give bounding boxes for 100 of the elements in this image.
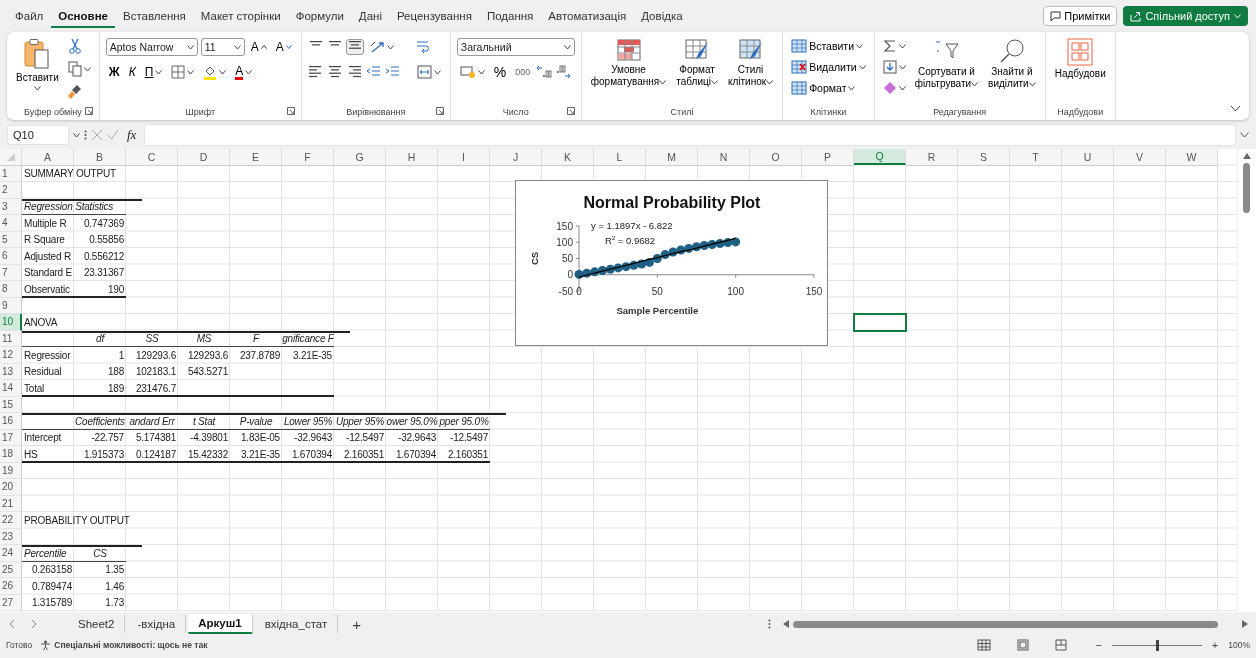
dialog-launcher-icon[interactable] (84, 107, 93, 115)
ribbon-tab[interactable]: Подання (479, 4, 541, 28)
checkmark-icon[interactable] (107, 129, 119, 141)
decrease-decimal-icon[interactable] (555, 65, 572, 79)
scrollbar-thumb[interactable] (1243, 163, 1250, 213)
column-header[interactable]: N (698, 149, 750, 166)
column-header[interactable]: G (334, 149, 386, 166)
align-center-icon[interactable] (326, 65, 343, 79)
chevron-left-icon[interactable] (8, 619, 16, 629)
font-color-button[interactable]: A (232, 62, 256, 82)
column-header[interactable]: H (386, 149, 438, 166)
caret-up-icon[interactable] (1243, 153, 1251, 159)
row-header[interactable]: 26 (0, 578, 22, 595)
column-header[interactable]: D (178, 149, 230, 166)
column-header[interactable]: F (282, 149, 334, 166)
ribbon-tab[interactable]: Основне (51, 4, 115, 28)
column-header[interactable]: L (594, 149, 646, 166)
zoom-slider-thumb[interactable] (1155, 639, 1159, 651)
column-header[interactable]: Q (854, 149, 906, 165)
fill-button[interactable] (880, 57, 908, 77)
sheet-tab[interactable]: вхідна_стат (254, 615, 339, 633)
delete-cells-button[interactable]: Видалити (789, 57, 868, 77)
dialog-launcher-icon[interactable] (566, 107, 575, 115)
row-header[interactable]: 14 (0, 380, 22, 397)
caret-right-icon[interactable] (1242, 620, 1248, 628)
column-header[interactable]: V (1114, 149, 1166, 166)
increase-decimal-icon[interactable] (536, 65, 553, 79)
paste-button[interactable]: Вставити (13, 36, 62, 93)
sheet-tab[interactable]: Аркуш1 (188, 614, 253, 634)
zoom-out-button[interactable]: − (1093, 639, 1104, 651)
decrease-font-size-button[interactable]: A (272, 37, 295, 57)
comments-button[interactable]: Примітки (1043, 6, 1118, 26)
dialog-launcher-icon[interactable] (435, 107, 444, 115)
row-header[interactable]: 10 (0, 314, 22, 331)
row-header[interactable]: 20 (0, 479, 22, 496)
normal-view-icon[interactable] (977, 639, 992, 651)
row-header[interactable]: 18 (0, 446, 22, 463)
column-header[interactable]: W (1166, 149, 1218, 166)
sheet-tab[interactable]: Sheet2 (68, 615, 126, 633)
column-header[interactable]: O (750, 149, 802, 166)
selected-cell[interactable] (854, 314, 906, 331)
format-as-table-button[interactable]: Формат таблиці (673, 36, 721, 90)
insert-cells-button[interactable]: Вставити (789, 36, 868, 56)
copy-button[interactable] (65, 59, 93, 79)
zoom-percentage[interactable]: 100% (1228, 640, 1250, 650)
row-header[interactable]: 4 (0, 215, 22, 232)
row-header[interactable]: 12 (0, 347, 22, 364)
column-header[interactable]: S (958, 149, 1010, 166)
underline-button[interactable]: П (141, 62, 166, 82)
add-sheet-button[interactable]: + (340, 615, 373, 633)
cell-styles-button[interactable]: Стилі клітинок (724, 36, 777, 90)
chevron-down-icon[interactable] (1230, 105, 1241, 112)
ribbon-tab[interactable]: Формули (288, 4, 351, 28)
bold-button[interactable]: Ж (105, 62, 123, 82)
ribbon-tab[interactable]: Рецензування (389, 4, 479, 28)
thousands-separator-button[interactable]: 000 (512, 62, 534, 82)
conditional-formatting-button[interactable]: Умовне форматування (587, 36, 670, 90)
column-header[interactable]: U (1062, 149, 1114, 166)
column-header[interactable]: C (126, 149, 178, 166)
ribbon-tab[interactable]: Довідка (634, 4, 690, 28)
row-header[interactable]: 6 (0, 248, 22, 265)
align-left-icon[interactable] (307, 65, 324, 79)
caret-left-icon[interactable] (783, 620, 789, 628)
column-header[interactable]: I (438, 149, 490, 166)
row-header[interactable]: 22 (0, 512, 22, 529)
percent-button[interactable]: % (490, 62, 510, 82)
row-header[interactable]: 8 (0, 281, 22, 298)
insert-function-button[interactable]: fx (123, 127, 141, 143)
column-header[interactable]: E (230, 149, 282, 166)
chevron-down-icon[interactable] (1240, 132, 1249, 138)
dialog-launcher-icon[interactable] (286, 107, 295, 115)
page-break-icon[interactable] (1055, 639, 1068, 651)
sheet-tab[interactable]: -вхідна (127, 615, 187, 633)
ribbon-tab[interactable]: Дані (351, 4, 389, 28)
wrap-text-icon[interactable] (414, 39, 430, 55)
formula-input[interactable] (144, 124, 1236, 146)
more-icon[interactable] (768, 619, 771, 629)
accessibility-status[interactable]: Спеціальні можливості: щось не так (54, 640, 208, 650)
column-header[interactable]: B (74, 149, 126, 166)
number-format-dropdown[interactable]: Загальний (456, 38, 575, 56)
column-header[interactable]: K (542, 149, 594, 166)
font-size-dropdown[interactable]: 11 (200, 38, 245, 56)
row-header[interactable]: 16 (0, 413, 22, 430)
ribbon-tab[interactable]: Автоматизація (541, 4, 634, 28)
add-ins-button[interactable]: Надбудови (1051, 36, 1109, 82)
page-layout-icon[interactable] (1017, 639, 1030, 651)
column-header[interactable]: R (906, 149, 958, 166)
column-header[interactable]: P (802, 149, 854, 166)
vertical-scrollbar[interactable] (1237, 149, 1256, 612)
ribbon-tab[interactable]: Вставлення (116, 4, 193, 28)
row-header[interactable]: 24 (0, 545, 22, 562)
find-select-button[interactable]: Знайти й виділити (985, 36, 1039, 92)
sort-filter-button[interactable]: Сортувати й фільтрувати (911, 36, 982, 92)
column-header[interactable]: M (646, 149, 698, 166)
column-header[interactable]: J (490, 149, 542, 166)
ribbon-tab[interactable]: Файл (8, 4, 51, 28)
chevron-right-icon[interactable] (30, 619, 38, 629)
italic-button[interactable]: К (125, 62, 139, 82)
row-header[interactable]: 2 (0, 182, 22, 199)
name-box[interactable]: Q10 (7, 125, 69, 145)
